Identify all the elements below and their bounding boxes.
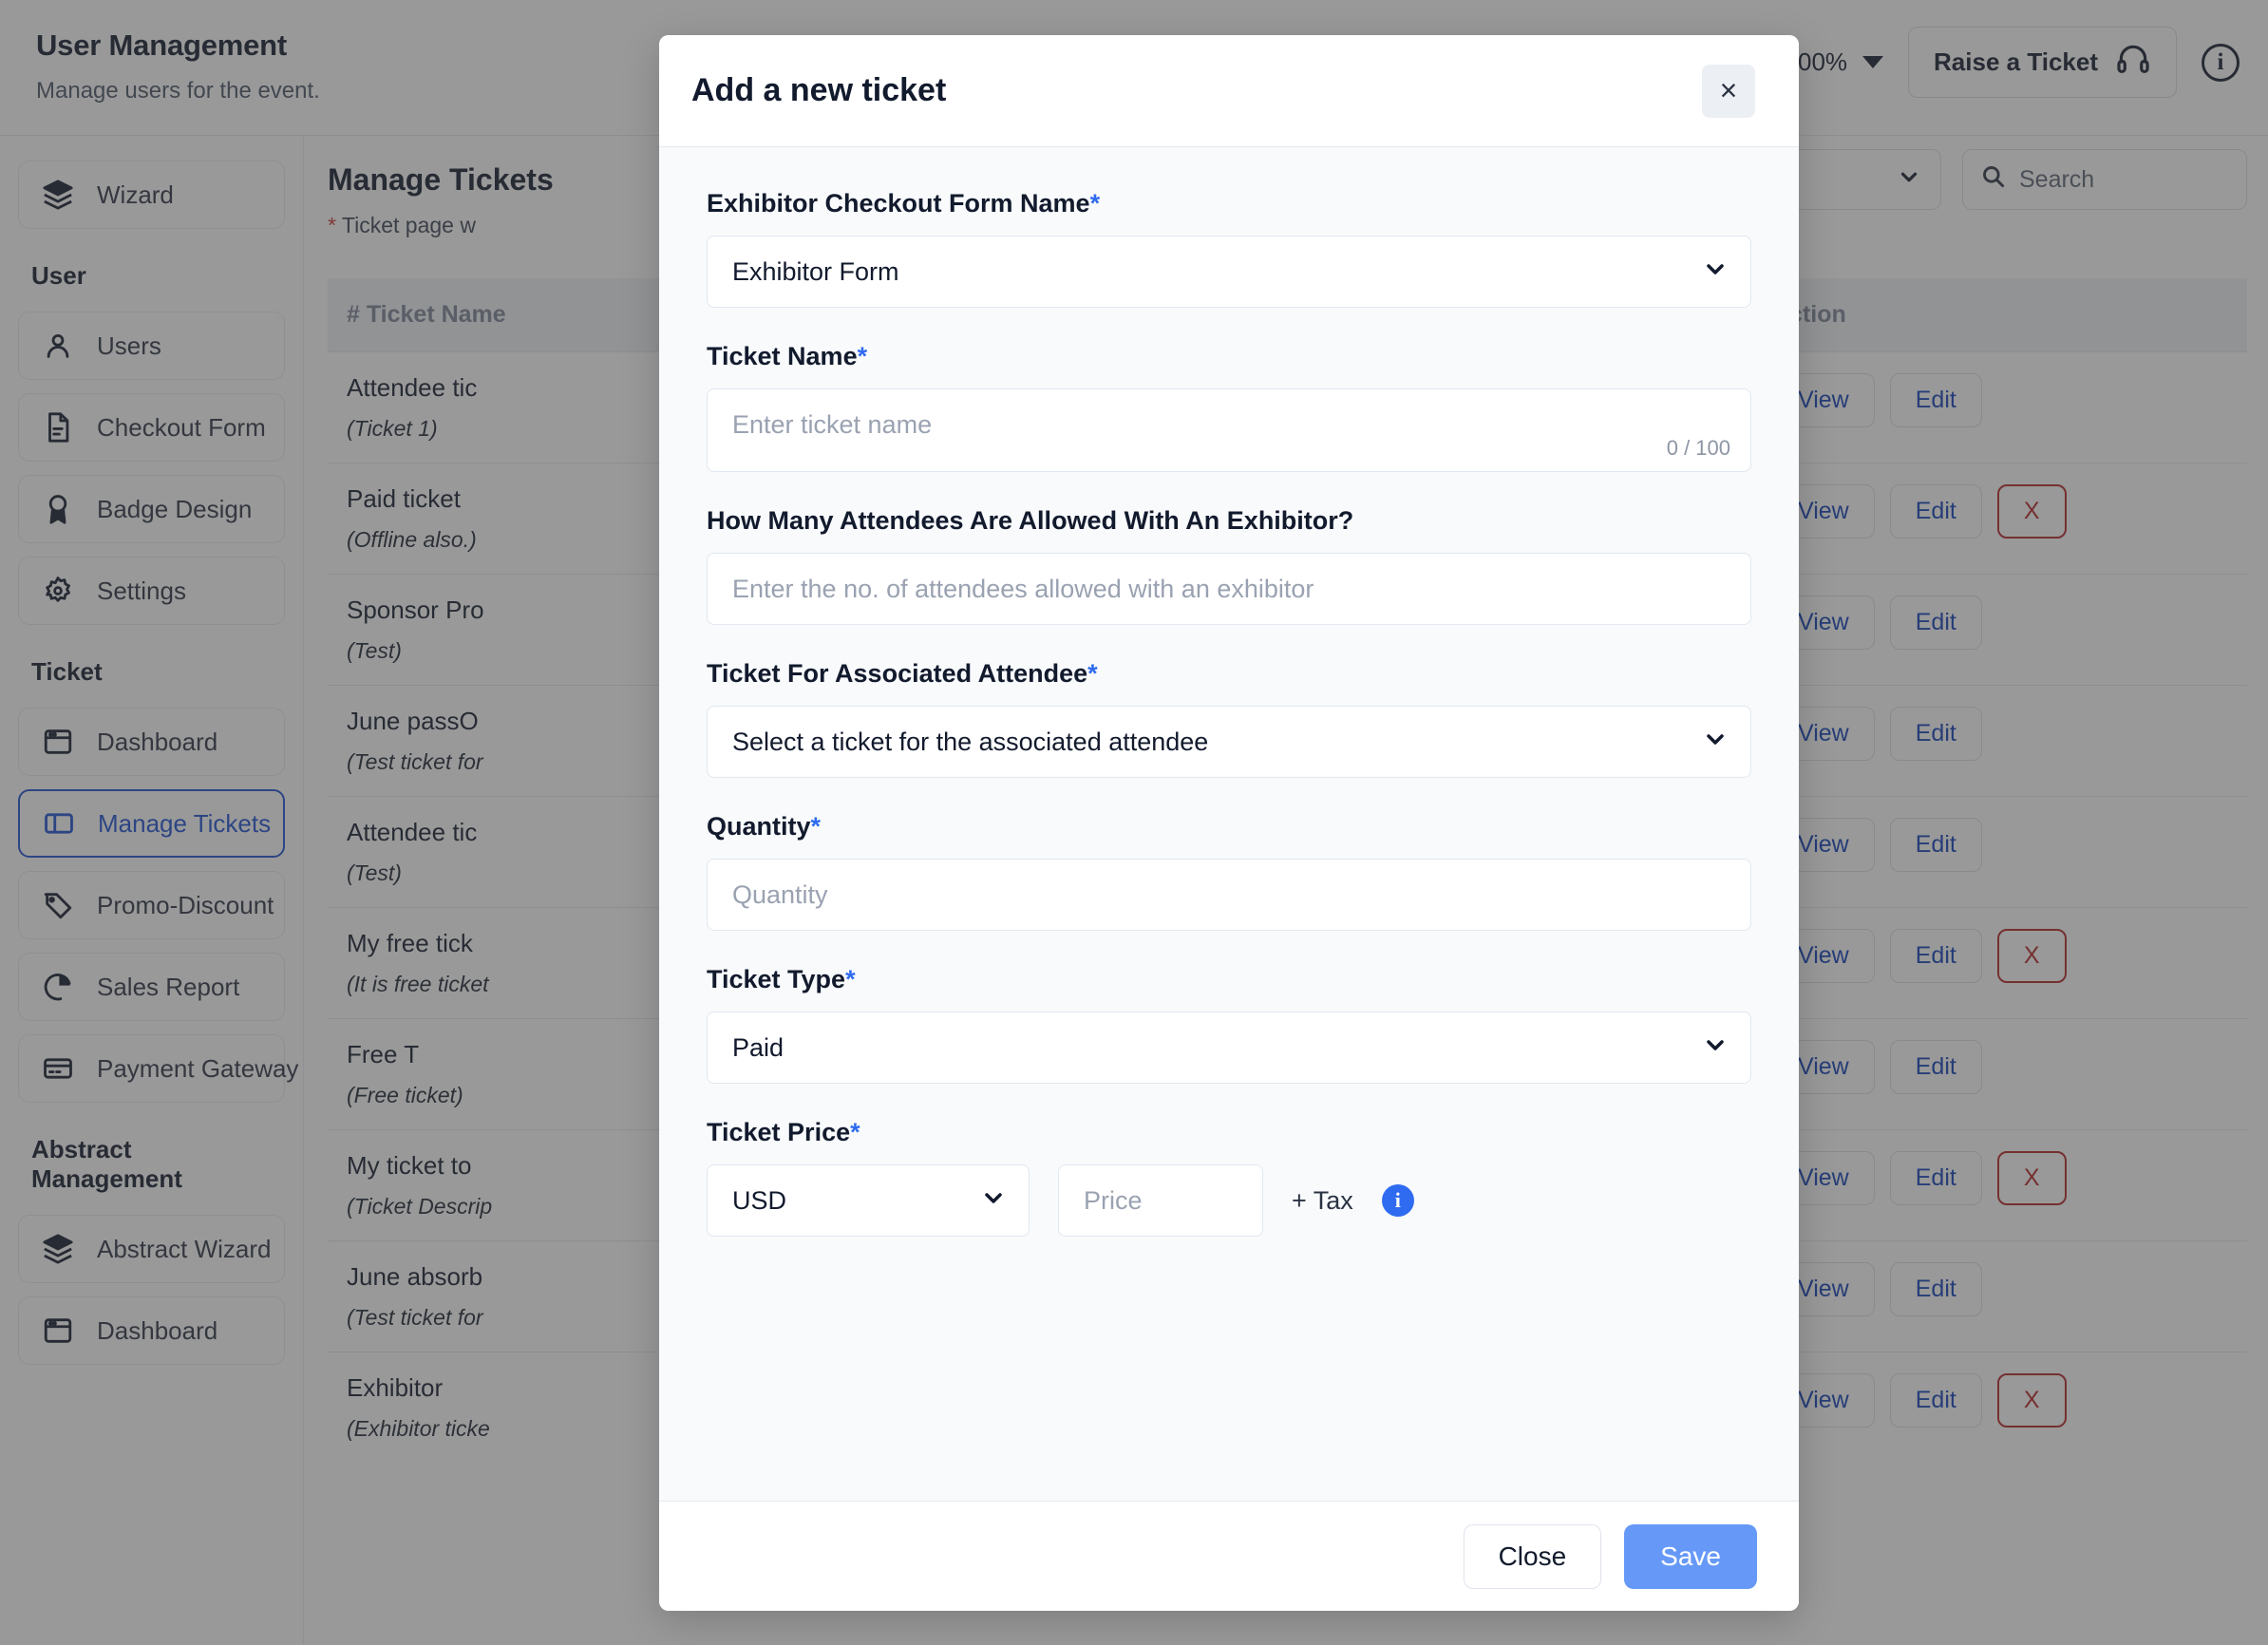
field-label: Ticket For Associated Attendee*	[707, 659, 1751, 689]
attendees-allowed-input[interactable]: Enter the no. of attendees allowed with …	[707, 553, 1751, 625]
required-marker: *	[857, 342, 868, 370]
ticket-name-input[interactable]: Enter ticket name	[707, 388, 1751, 472]
associated-attendee-select[interactable]: Select a ticket for the associated atten…	[707, 706, 1751, 778]
currency-select[interactable]: USD	[707, 1164, 1030, 1237]
required-marker: *	[1087, 659, 1098, 688]
label-text: Ticket Type	[707, 965, 846, 993]
field-label: Quantity*	[707, 812, 1751, 841]
field-attendees-allowed: How Many Attendees Are Allowed With An E…	[707, 506, 1751, 625]
field-ticket-price: Ticket Price* USD Price + Tax i	[707, 1118, 1751, 1237]
associated-attendee-select-wrap: Select a ticket for the associated atten…	[707, 706, 1751, 778]
field-label: Ticket Type*	[707, 965, 1751, 994]
field-ticket-name: Ticket Name* Enter ticket name 0 / 100	[707, 342, 1751, 472]
plus-tax-label: + Tax	[1292, 1185, 1353, 1215]
required-marker: *	[810, 812, 822, 841]
field-label: Exhibitor Checkout Form Name*	[707, 189, 1751, 218]
field-associated-attendee: Ticket For Associated Attendee* Select a…	[707, 659, 1751, 778]
required-marker: *	[1089, 189, 1101, 217]
close-button[interactable]: Close	[1463, 1523, 1602, 1589]
save-button[interactable]: Save	[1624, 1523, 1757, 1589]
tax-info-icon[interactable]: i	[1381, 1184, 1414, 1217]
label-text: Ticket For Associated Attendee	[707, 659, 1088, 688]
label-text: Quantity	[707, 812, 811, 841]
price-input[interactable]: Price	[1058, 1164, 1263, 1237]
quantity-input[interactable]: Quantity	[707, 859, 1751, 931]
exhibitor-form-select-wrap: Exhibitor Form	[707, 236, 1751, 308]
modal-title: Add a new ticket	[691, 72, 947, 108]
close-icon[interactable]: ×	[1702, 64, 1755, 118]
ticket-type-select[interactable]: Paid	[707, 1012, 1751, 1084]
label-text: Ticket Name	[707, 342, 858, 370]
price-row: USD Price + Tax i	[707, 1164, 1751, 1237]
field-exhibitor-checkout-form: Exhibitor Checkout Form Name* Exhibitor …	[707, 189, 1751, 308]
modal-footer: Close Save	[659, 1501, 1799, 1611]
label-text: How Many Attendees Are Allowed With An E…	[707, 506, 1354, 535]
ticket-name-wrap: Enter ticket name 0 / 100	[707, 388, 1751, 472]
field-label: Ticket Name*	[707, 342, 1751, 371]
ticket-type-select-wrap: Paid	[707, 1012, 1751, 1084]
currency-select-wrap: USD	[707, 1164, 1030, 1237]
field-label: How Many Attendees Are Allowed With An E…	[707, 506, 1751, 536]
field-ticket-type: Ticket Type* Paid	[707, 965, 1751, 1084]
char-counter: 0 / 100	[1666, 436, 1730, 460]
required-marker: *	[850, 1118, 860, 1146]
field-label: Ticket Price*	[707, 1118, 1751, 1147]
exhibitor-form-select[interactable]: Exhibitor Form	[707, 236, 1751, 308]
modal-body: Exhibitor Checkout Form Name* Exhibitor …	[659, 147, 1799, 1501]
field-quantity: Quantity* Quantity	[707, 812, 1751, 931]
add-ticket-modal: Add a new ticket × Exhibitor Checkout Fo…	[659, 35, 1799, 1611]
required-marker: *	[845, 965, 856, 993]
label-text: Exhibitor Checkout Form Name	[707, 189, 1090, 217]
modal-header: Add a new ticket ×	[659, 35, 1799, 147]
label-text: Ticket Price	[707, 1118, 851, 1146]
